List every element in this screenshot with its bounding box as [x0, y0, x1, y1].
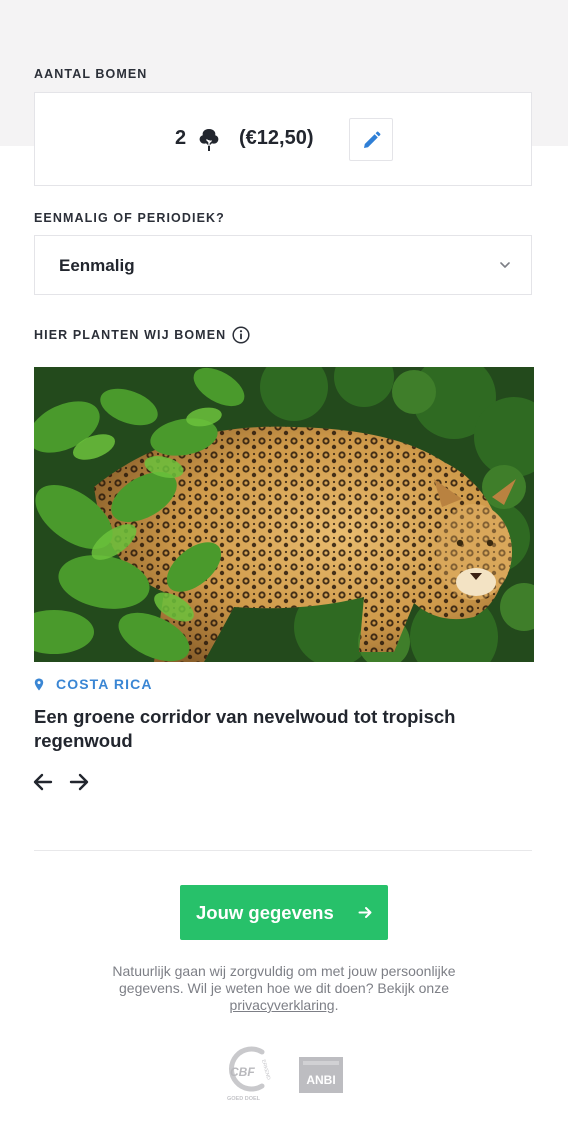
tree-icon [197, 127, 221, 153]
tree-price: (€12,50) [239, 127, 314, 149]
cbf-caption: GOED DOEL [227, 1096, 261, 1102]
continue-button-label: Jouw gegevens [196, 902, 334, 923]
arrow-left-icon[interactable] [32, 771, 54, 793]
privacy-text: Natuurlijk gaan wij zorgvuldig om met jo… [112, 963, 456, 996]
privacy-suffix: . [334, 997, 339, 1013]
project-title: Een groene corridor van nevelwoud tot tr… [34, 706, 456, 751]
jaguar-image [34, 367, 534, 662]
tree-count-box: 2 (€12,50) [34, 92, 532, 186]
location-pin-icon [34, 678, 44, 691]
privacy-link[interactable]: privacyverklaring [230, 997, 335, 1013]
edit-trees-button[interactable] [349, 118, 393, 161]
anbi-mark: ANBI [306, 1073, 335, 1087]
tree-count: 2 [175, 127, 187, 149]
divider [34, 850, 532, 851]
cbf-logo: CBF ERKEND GOED DOEL [227, 1046, 271, 1102]
cbf-mark: CBF [230, 1065, 255, 1079]
project-photo [34, 367, 534, 662]
pencil-icon [364, 131, 381, 148]
continue-button[interactable]: Jouw gegevens [180, 885, 388, 940]
arrow-right-icon[interactable] [68, 771, 90, 793]
frequency-select[interactable]: Eenmalig [34, 235, 532, 295]
info-icon[interactable] [232, 326, 250, 344]
arrow-right-icon [358, 907, 372, 918]
planting-section-label: HIER PLANTEN WIJ BOMEN [34, 328, 227, 342]
cbf-side: ERKEND [260, 1059, 271, 1081]
location-name: COSTA RICA [56, 676, 153, 692]
anbi-logo: ANBI [299, 1057, 343, 1093]
frequency-section-label: EENMALIG OF PERIODIEK? [34, 211, 225, 225]
chevron-down-icon [500, 262, 510, 268]
frequency-selected-value: Eenmalig [59, 256, 135, 275]
privacy-notice: Natuurlijk gaan wij zorgvuldig om met jo… [94, 963, 474, 1014]
trees-section-label: AANTAL BOMEN [34, 67, 148, 81]
